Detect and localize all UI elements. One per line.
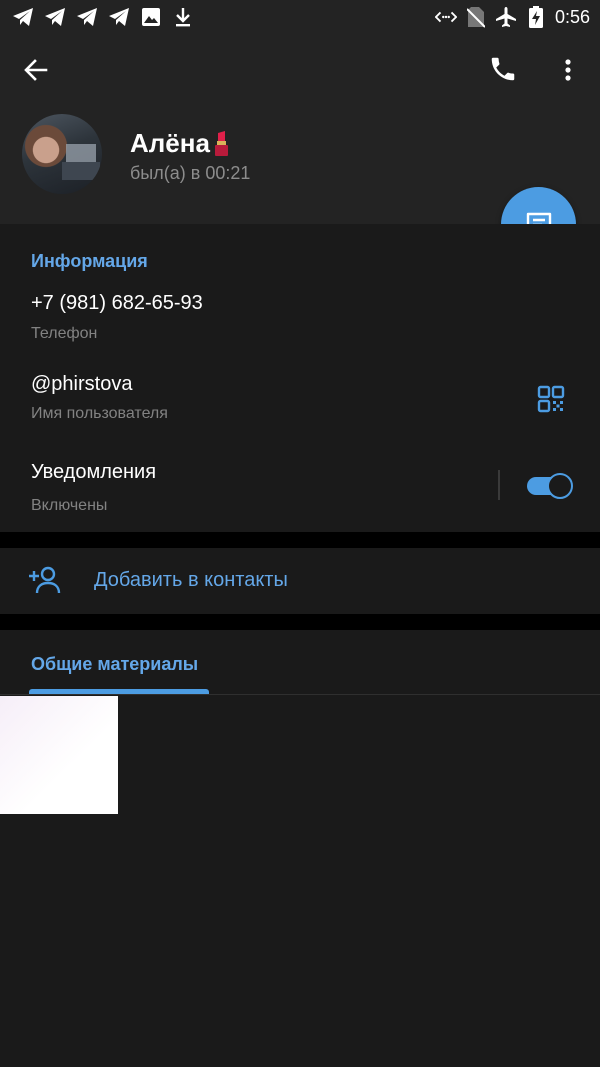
last-seen: был(а) в 00:21 [130,163,251,183]
phone-icon [491,57,515,81]
battery-charging-icon [525,6,547,28]
section-divider [0,532,600,548]
lipstick-icon [214,130,228,156]
data-icon [434,6,457,28]
username: @phirstova [31,373,133,395]
shared-media-section: Общие материалы [0,630,600,1067]
info-section-title: Информация [31,251,148,271]
tab-shared-media[interactable]: Общие материалы [31,654,198,675]
username-label: Имя пользователя [31,405,168,422]
avatar-street [62,162,100,180]
back-button[interactable] [20,54,52,86]
qr-code-button[interactable] [536,384,566,414]
profile-header: Алёна был(а) в 00:21 [0,36,600,224]
add-person-icon [29,566,61,594]
image-icon [140,6,162,28]
phone-label: Телефон [31,325,98,342]
no-sim-icon [465,6,487,28]
add-to-contacts-button[interactable]: Добавить в контакты [0,548,600,614]
telegram-icon [108,6,130,28]
telegram-icon [12,6,34,28]
telegram-icon [44,6,66,28]
call-button[interactable] [488,54,520,86]
contact-name-text: Алёна [130,128,210,158]
notifications-title: Уведомления [31,461,157,483]
system-icons: 0:56 [434,6,590,28]
download-icon [172,6,194,28]
phone-number: +7 (981) 682-65-93 [31,292,203,314]
divider [498,470,500,500]
notifications-status: Включены [31,497,108,514]
qr-code-icon [537,385,565,413]
media-thumbnail[interactable] [0,696,118,814]
clock: 0:56 [554,6,590,27]
contact-name: Алёна [130,128,232,159]
info-section: Информация +7 (981) 682-65-93 Телефон @p… [0,224,600,532]
telegram-icon [76,6,98,28]
toggle-knob [547,473,573,499]
section-divider [0,614,600,630]
avatar[interactable] [22,114,102,194]
status-bar: 0:56 [0,0,600,36]
airplane-icon [495,6,517,28]
more-vertical-icon [565,59,571,81]
tab-divider [0,694,600,695]
arrow-left-icon [24,59,48,81]
notifications-toggle[interactable] [527,473,573,499]
notification-icons [12,6,194,28]
profile-screen: 0:56 Алёна был(а) в 00:21 Информация +7 … [0,0,600,1067]
add-to-contacts-label: Добавить в контакты [94,569,288,591]
more-options-button[interactable] [556,54,580,86]
